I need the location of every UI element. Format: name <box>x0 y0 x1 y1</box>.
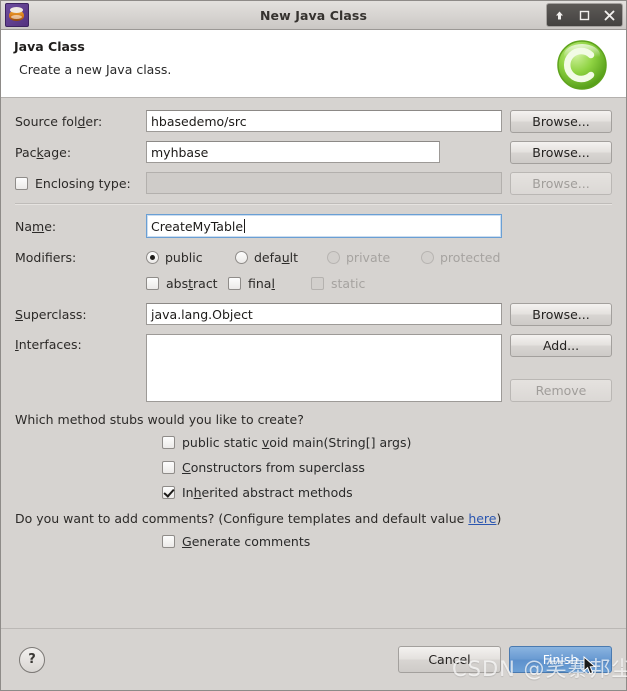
dialog-footer: ? Cancel Finish <box>1 628 626 690</box>
page-subtitle: Create a new Java class. <box>19 62 172 77</box>
generate-comments-checkbox[interactable] <box>162 534 175 548</box>
inherited-abstract-checkbox[interactable] <box>162 485 175 499</box>
public-radio-label: public <box>165 249 203 265</box>
modifiers-radio-row: Modifiers: public default private protec… <box>15 247 612 267</box>
modifiers-checkbox-row: abstract final static <box>15 273 612 293</box>
window-title: New Java Class <box>259 7 368 23</box>
abstract-label: abstract <box>166 275 218 291</box>
name-input[interactable]: CreateMyTable <box>146 214 502 238</box>
interfaces-list[interactable] <box>146 334 502 402</box>
name-row: Name: CreateMyTable <box>15 214 612 238</box>
source-folder-input[interactable]: hbasedemo/src <box>146 110 502 132</box>
green-c-badge-icon <box>555 38 609 92</box>
comments-question: Do you want to add comments? (Configure … <box>15 511 612 526</box>
superclass-input[interactable]: java.lang.Object <box>146 303 502 325</box>
protected-radio-label: protected <box>440 249 501 265</box>
name-input-value: CreateMyTable <box>151 218 244 234</box>
page-title: Java Class <box>14 39 85 54</box>
name-label: Name: <box>15 218 57 234</box>
interfaces-remove-button: Remove <box>510 379 612 402</box>
enclosing-type-label-text: Enclosing type: <box>35 175 131 191</box>
comments-question-prefix: Do you want to add comments? (Configure … <box>15 511 469 526</box>
static-label: static <box>331 275 366 291</box>
superclass-browse-button[interactable]: Browse... <box>510 302 612 326</box>
final-checkbox[interactable] <box>228 276 241 290</box>
default-radio[interactable] <box>235 250 248 264</box>
modifier-checkbox-final[interactable]: final <box>228 276 311 291</box>
protected-radio <box>421 250 434 264</box>
private-radio <box>327 250 340 264</box>
close-button[interactable] <box>597 5 622 25</box>
constructors-checkbox[interactable] <box>162 460 175 474</box>
window-controls <box>546 3 623 27</box>
main-method-checkbox[interactable] <box>162 435 175 449</box>
constructors-label: Constructors from superclass <box>182 459 365 475</box>
superclass-row: Superclass: java.lang.Object Browse... <box>15 302 612 326</box>
dialog-header: Java Class Create a new Java class. <box>1 30 626 98</box>
footer-buttons: Cancel Finish <box>398 646 612 673</box>
help-icon[interactable]: ? <box>19 646 45 673</box>
maximize-button[interactable] <box>572 5 597 25</box>
configure-templates-link[interactable]: here <box>468 511 496 526</box>
separator-1 <box>15 203 612 205</box>
main-method-label: public static void main(String[] args) <box>182 434 412 450</box>
abstract-checkbox[interactable] <box>146 276 159 290</box>
enclosing-type-input <box>146 172 502 194</box>
finish-button[interactable]: Finish <box>509 646 612 673</box>
comments-question-suffix: ) <box>496 511 502 526</box>
source-folder-row: Source folder: hbasedemo/src Browse... <box>15 109 612 133</box>
final-label: final <box>248 275 275 291</box>
source-folder-label: Source folder: <box>15 113 103 129</box>
eclipse-icon <box>5 3 29 27</box>
default-radio-label: default <box>254 249 298 265</box>
source-folder-browse-button[interactable]: Browse... <box>510 109 612 133</box>
modifiers-label: Modifiers: <box>15 249 77 265</box>
modifier-radio-protected: protected <box>421 250 500 265</box>
interfaces-label: Interfaces: <box>15 337 82 352</box>
inherited-abstract-label: Inherited abstract methods <box>182 484 353 500</box>
stub-inherited-abstract[interactable]: Inherited abstract methods <box>162 484 612 500</box>
shade-button[interactable] <box>547 5 572 25</box>
modifier-checkbox-abstract[interactable]: abstract <box>146 276 228 291</box>
static-checkbox <box>311 276 324 290</box>
enclosing-type-label[interactable]: Enclosing type: <box>15 176 146 191</box>
package-input[interactable]: myhbase <box>146 141 440 163</box>
public-radio[interactable] <box>146 250 159 264</box>
superclass-label: Superclass: <box>15 306 87 322</box>
title-bar: New Java Class <box>1 1 626 30</box>
modifier-checkbox-static: static <box>311 276 365 291</box>
package-label: Package: <box>15 144 72 160</box>
interfaces-add-button[interactable]: Add... <box>510 334 612 357</box>
text-caret <box>244 219 246 233</box>
interfaces-row: Interfaces: Add... Remove <box>15 334 612 402</box>
package-row: Package: myhbase Browse... <box>15 140 612 164</box>
modifier-radio-private: private <box>327 250 421 265</box>
new-java-class-dialog: New Java Class Java Class Create a new J… <box>0 0 627 691</box>
cancel-button[interactable]: Cancel <box>398 646 501 673</box>
package-browse-button[interactable]: Browse... <box>510 140 612 164</box>
stub-main-method[interactable]: public static void main(String[] args) <box>162 434 612 450</box>
modifier-radio-public[interactable]: public <box>146 250 235 265</box>
stub-generate-comments[interactable]: Generate comments <box>162 533 612 549</box>
enclosing-type-checkbox[interactable] <box>15 176 28 190</box>
enclosing-type-browse-button: Browse... <box>510 171 612 195</box>
method-stubs-question: Which method stubs would you like to cre… <box>15 412 304 427</box>
modifier-radio-default[interactable]: default <box>235 250 327 265</box>
dialog-body: Source folder: hbasedemo/src Browse... P… <box>1 98 626 628</box>
stub-constructors[interactable]: Constructors from superclass <box>162 459 612 475</box>
generate-comments-label: Generate comments <box>182 533 311 549</box>
enclosing-type-row: Enclosing type: Browse... <box>15 171 612 195</box>
private-radio-label: private <box>346 249 391 265</box>
